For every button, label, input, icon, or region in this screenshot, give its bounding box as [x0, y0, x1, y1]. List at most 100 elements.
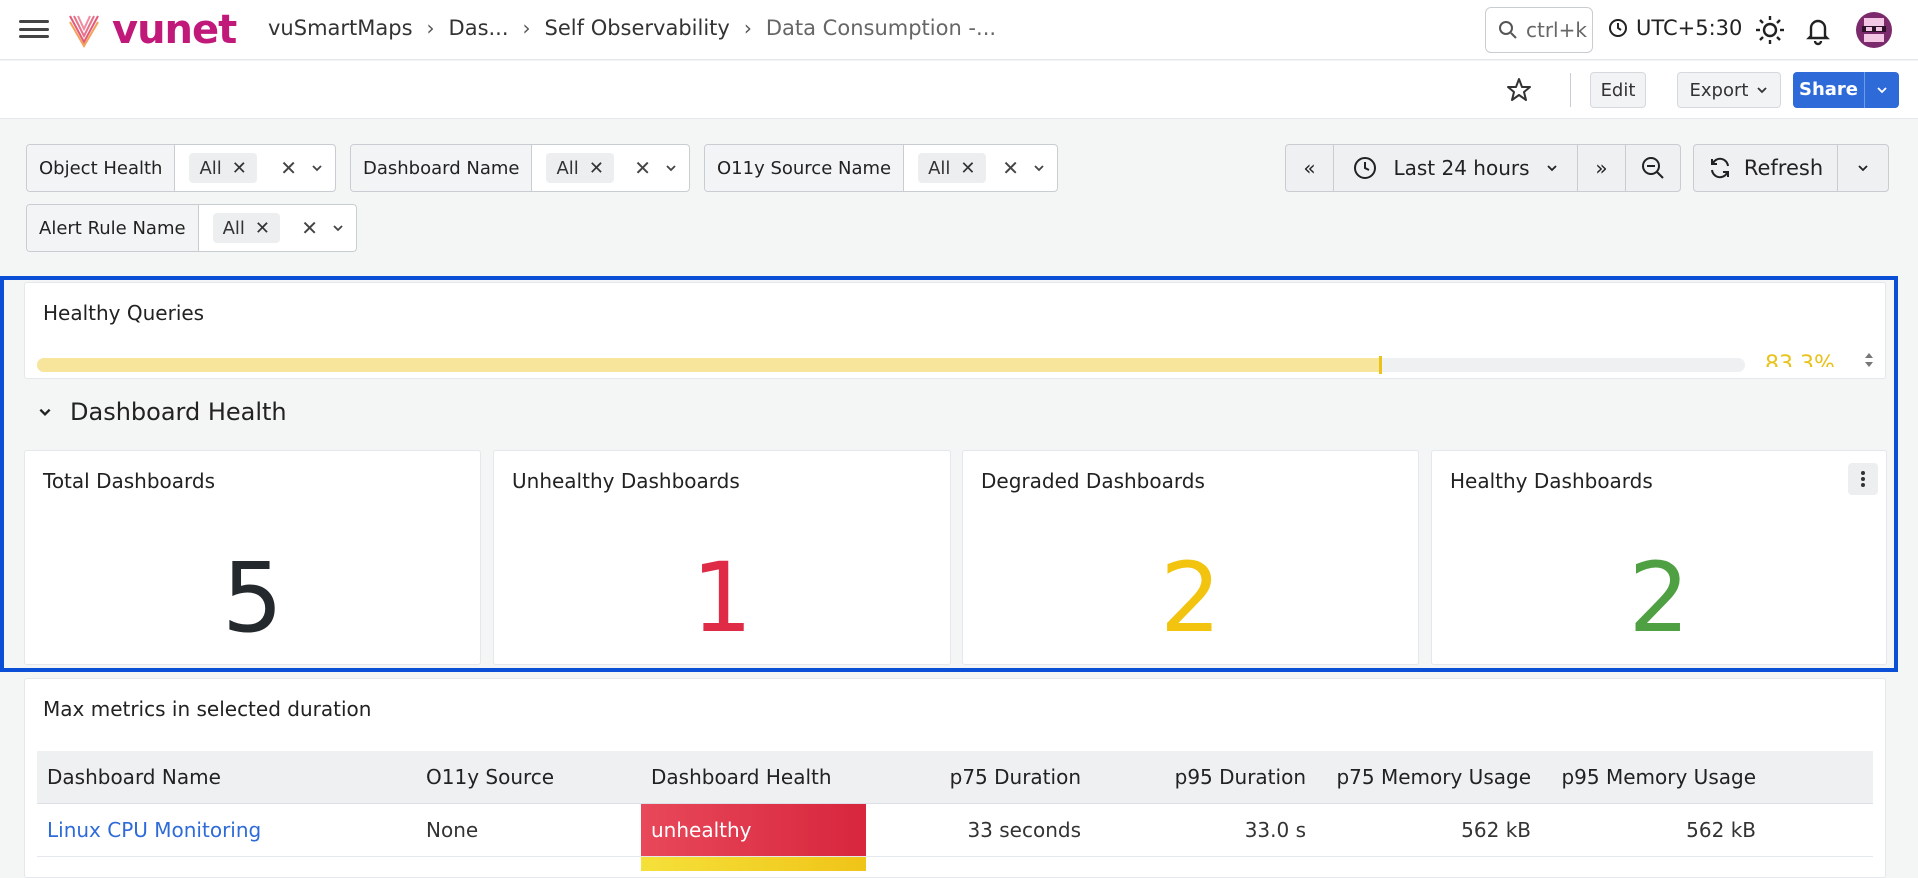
- filter-chip-value: All: [556, 157, 579, 179]
- top-navigation-bar: vunet vuSmartMaps › Das... › Self Observ…: [0, 0, 1918, 60]
- remove-chip-icon[interactable]: ✕: [589, 158, 604, 179]
- notification-bell-icon[interactable]: [1802, 14, 1834, 46]
- cell-dashboard-health: unhealthy: [641, 803, 866, 857]
- chevron-down-icon: [1877, 87, 1887, 94]
- filter-o11y-source-name[interactable]: O11y Source Name All ✕ ✕: [704, 144, 1058, 192]
- stat-value: 1: [691, 542, 753, 654]
- cell-o11y-source: [416, 856, 641, 877]
- filter-alert-rule-name[interactable]: Alert Rule Name All ✕ ✕: [26, 204, 357, 252]
- dashboard-health-section-header[interactable]: Dashboard Health: [38, 398, 287, 426]
- breadcrumb-chevron-icon: ›: [743, 16, 752, 40]
- panel-title: Max metrics in selected duration: [43, 697, 372, 721]
- favorite-star-icon[interactable]: [1506, 77, 1532, 103]
- stat-value: 2: [1159, 542, 1222, 654]
- cell-empty: [1766, 856, 1873, 877]
- chevron-down-icon: [1546, 165, 1557, 172]
- chevron-down-icon[interactable]: [665, 162, 677, 174]
- cell-spacer: [1766, 803, 1873, 857]
- refresh-interval-dropdown[interactable]: [1838, 162, 1888, 174]
- chevron-down-icon[interactable]: [332, 222, 344, 234]
- clear-filter-icon[interactable]: ✕: [280, 156, 297, 180]
- share-dropdown-toggle[interactable]: [1865, 84, 1899, 96]
- double-chevron-right-icon: »: [1595, 156, 1608, 180]
- refresh-icon: [1710, 157, 1729, 179]
- remove-chip-icon[interactable]: ✕: [960, 158, 975, 179]
- zoom-out-button[interactable]: [1626, 145, 1680, 191]
- double-chevron-left-icon: «: [1303, 156, 1316, 180]
- hamburger-menu-icon[interactable]: [19, 17, 49, 41]
- refresh-button[interactable]: Refresh: [1694, 145, 1838, 191]
- column-header-p95-memory[interactable]: p95 Memory Usage: [1541, 751, 1766, 804]
- filter-chip[interactable]: All ✕: [546, 153, 614, 183]
- breadcrumb-item-current: Data Consumption -...: [765, 16, 997, 40]
- filter-chip[interactable]: All ✕: [212, 213, 280, 243]
- search-placeholder: ctrl+k: [1526, 18, 1587, 42]
- theme-toggle-sun-icon[interactable]: [1754, 14, 1786, 46]
- column-header-dashboard-name[interactable]: Dashboard Name: [37, 751, 416, 804]
- vunet-logo[interactable]: vunet: [68, 10, 237, 50]
- time-range-label: Last 24 hours: [1393, 156, 1530, 180]
- filter-object-health[interactable]: Object Health All ✕ ✕: [26, 144, 336, 192]
- timezone-selector[interactable]: UTC+5:30: [1608, 16, 1742, 40]
- stat-card-degraded-dashboards: Degraded Dashboards 2: [962, 450, 1419, 665]
- search-icon: [1499, 21, 1517, 39]
- user-avatar[interactable]: [1856, 12, 1892, 48]
- timezone-label: UTC+5:30: [1636, 16, 1743, 40]
- toolbar-divider: [1570, 73, 1571, 107]
- kebab-dots-icon: [1861, 471, 1865, 487]
- time-back-button[interactable]: «: [1286, 145, 1334, 191]
- filter-chip-value: All: [928, 157, 951, 179]
- cell-dashboard-health: [641, 856, 866, 877]
- zoom-out-icon: [1642, 157, 1664, 179]
- remove-chip-icon[interactable]: ✕: [232, 158, 247, 179]
- stat-value: 5: [221, 542, 284, 654]
- export-button[interactable]: Export: [1677, 72, 1781, 108]
- edit-button[interactable]: Edit: [1590, 72, 1646, 108]
- column-header-p75-memory[interactable]: p75 Memory Usage: [1316, 751, 1541, 804]
- clear-filter-icon[interactable]: ✕: [634, 156, 651, 180]
- dashboard-toolbar: Edit Export Share: [0, 61, 1918, 119]
- breadcrumb-item-dashboards[interactable]: Das...: [449, 16, 509, 40]
- share-button-label: Share: [1793, 72, 1865, 108]
- scroll-updown-icon[interactable]: [1863, 351, 1875, 369]
- filter-label: Object Health: [27, 145, 176, 191]
- column-header-p75-duration[interactable]: p75 Duration: [866, 751, 1091, 804]
- healthy-queries-bar-marker: [1379, 356, 1383, 374]
- filter-dashboard-name[interactable]: Dashboard Name All ✕ ✕: [350, 144, 690, 192]
- clear-filter-icon[interactable]: ✕: [301, 216, 318, 240]
- chevron-down-icon[interactable]: [311, 162, 323, 174]
- breadcrumb-item-vusmartmaps[interactable]: vuSmartMaps: [268, 16, 413, 40]
- clear-filter-icon[interactable]: ✕: [1002, 156, 1019, 180]
- breadcrumb-item-self-observability[interactable]: Self Observability: [545, 16, 730, 40]
- column-header-o11y-source[interactable]: O11y Source: [416, 751, 641, 804]
- time-forward-button[interactable]: »: [1578, 145, 1626, 191]
- breadcrumb-chevron-icon: ›: [426, 16, 435, 40]
- panel-menu-kebab-icon[interactable]: [1848, 463, 1878, 495]
- cell-empty: [1541, 856, 1766, 877]
- time-range-picker[interactable]: Last 24 hours: [1334, 145, 1578, 191]
- filter-chip[interactable]: All ✕: [189, 153, 257, 183]
- export-button-label: Export: [1689, 79, 1749, 101]
- stat-value: 2: [1628, 542, 1690, 654]
- max-metrics-panel: Max metrics in selected duration Dashboa…: [24, 678, 1886, 878]
- cell-empty: [1316, 856, 1541, 877]
- health-badge-degraded: [641, 856, 866, 871]
- column-header-dashboard-health[interactable]: Dashboard Health: [641, 751, 866, 804]
- chevron-down-icon[interactable]: [1033, 162, 1045, 174]
- stat-label: Total Dashboards: [43, 469, 215, 493]
- filter-chip[interactable]: All ✕: [918, 153, 986, 183]
- remove-chip-icon[interactable]: ✕: [255, 218, 270, 239]
- dashboard-link[interactable]: Linux CPU Monitoring: [47, 818, 261, 842]
- search-input[interactable]: ctrl+k: [1485, 7, 1593, 53]
- table-row: [37, 856, 1873, 877]
- filter-label: O11y Source Name: [705, 145, 905, 191]
- cell-dashboard-name: Linux CPU Monitoring: [37, 803, 416, 857]
- filter-label: Alert Rule Name: [27, 205, 199, 251]
- share-button[interactable]: Share: [1793, 72, 1899, 108]
- section-title: Dashboard Health: [70, 398, 287, 426]
- stat-card-unhealthy-dashboards: Unhealthy Dashboards 1: [493, 450, 951, 665]
- healthy-queries-panel: Healthy Queries 83.3%: [24, 282, 1886, 379]
- cell-p95-memory: 562 kB: [1541, 803, 1766, 857]
- column-header-spacer: [1766, 751, 1873, 804]
- column-header-p95-duration[interactable]: p95 Duration: [1091, 751, 1316, 804]
